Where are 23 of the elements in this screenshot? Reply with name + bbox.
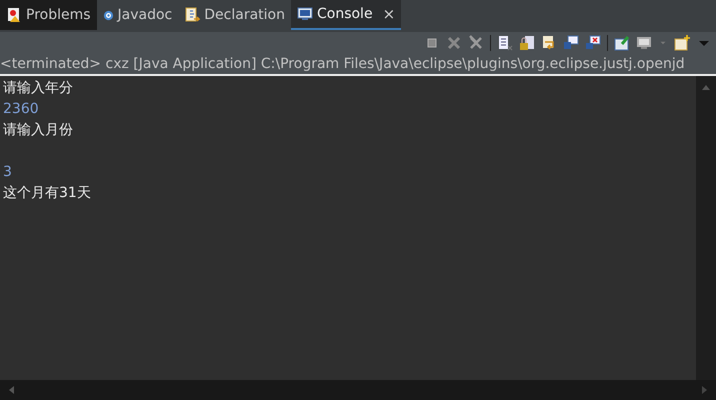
view-tab[interactable]: Console × [290,0,402,30]
scroll-lock-icon[interactable] [519,35,535,51]
console-line: 请输入年分 [3,79,74,98]
declaration-icon [184,7,200,23]
problems-icon [6,7,22,23]
clear-console-icon[interactable] [497,35,513,51]
horizontal-scrollbar[interactable] [0,380,716,400]
console-header: <terminated> cxz [Java Application] C:\Program Files\Java\eclipse\plugins\org.eclipse.justj.openjd [0,54,716,76]
show-output-icon[interactable] [563,35,579,51]
remove-all-icon[interactable] [468,35,484,51]
display-console-icon[interactable] [636,35,652,51]
console-line: 2360 [3,100,40,119]
vertical-scrollbar[interactable] [696,76,716,380]
word-wrap-icon[interactable] [541,35,557,51]
console-line: 请输入月份 [3,121,74,140]
console-line: 这个月有31天 [3,184,92,203]
view-tab[interactable]: Problems [0,0,97,30]
console-icon [296,6,313,22]
new-console-icon[interactable] [674,35,690,51]
remove-icon[interactable] [446,35,462,51]
pin-icon[interactable] [614,35,630,51]
console-line: 3 [3,163,13,182]
show-error-icon[interactable] [585,35,601,51]
